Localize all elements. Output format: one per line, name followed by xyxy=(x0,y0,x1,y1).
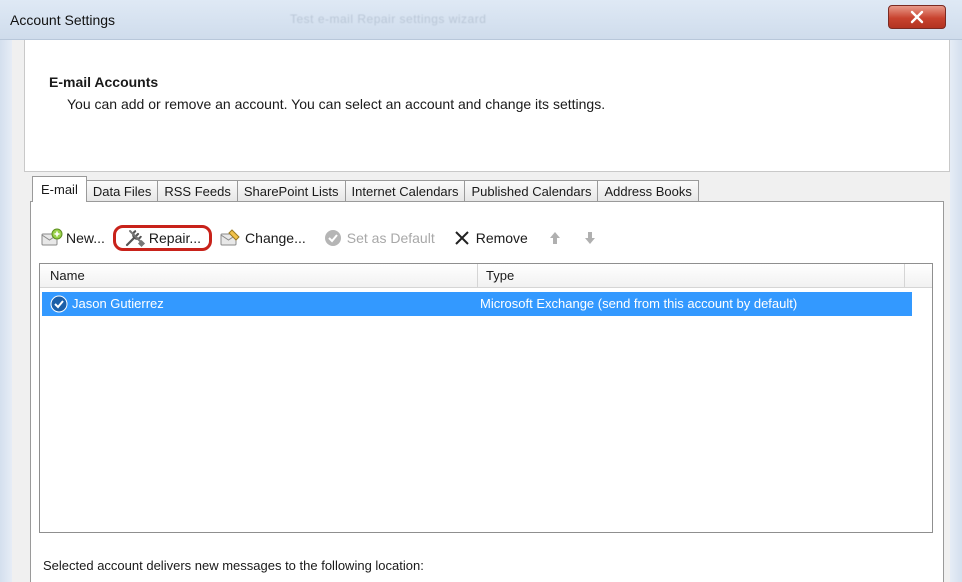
tab-address-books[interactable]: Address Books xyxy=(597,180,699,202)
new-account-icon xyxy=(41,227,63,249)
close-button[interactable] xyxy=(888,5,946,29)
repair-button-label: Repair... xyxy=(148,230,202,246)
change-button[interactable]: Change... xyxy=(220,225,306,251)
tab-strip: E-mail Data Files RSS Feeds SharePoint L… xyxy=(32,176,699,202)
tab-rss-feeds[interactable]: RSS Feeds xyxy=(157,180,238,202)
column-divider xyxy=(904,264,905,288)
window-border-right xyxy=(950,40,962,582)
column-divider xyxy=(477,264,478,288)
remove-x-icon xyxy=(451,227,473,249)
column-header-name[interactable]: Name xyxy=(50,268,85,283)
tools-icon xyxy=(124,227,146,249)
table-row[interactable]: Jason Gutierrez Microsoft Exchange (send… xyxy=(42,292,912,316)
new-button-label: New... xyxy=(66,230,105,246)
title-bar: Account Settings Test e-mail Repair sett… xyxy=(0,0,962,40)
window-title: Account Settings xyxy=(10,12,116,28)
window-border-left xyxy=(0,40,12,582)
header-box: E-mail Accounts You can add or remove an… xyxy=(24,40,950,172)
default-account-check-icon xyxy=(50,295,68,313)
column-header-type[interactable]: Type xyxy=(486,268,514,283)
remove-button-label: Remove xyxy=(475,230,528,246)
section-title: E-mail Accounts xyxy=(49,74,159,90)
account-type: Microsoft Exchange (send from this accou… xyxy=(480,296,798,311)
set-as-default-label: Set as Default xyxy=(346,230,435,246)
new-button[interactable]: New... xyxy=(41,225,105,251)
repair-button[interactable]: Repair... xyxy=(112,225,213,251)
arrow-up-icon xyxy=(544,227,566,249)
remove-button[interactable]: Remove xyxy=(451,225,528,251)
tab-internet-calendars[interactable]: Internet Calendars xyxy=(344,180,466,202)
account-list[interactable]: Name Type Jason Gutierrez Microsoft Exch… xyxy=(39,263,933,533)
dialog-body: E-mail Accounts You can add or remove an… xyxy=(12,40,950,582)
delivery-location-label: Selected account delivers new messages t… xyxy=(43,558,424,573)
window-title-ghost: Test e-mail Repair settings wizard xyxy=(290,12,487,26)
move-down-button[interactable] xyxy=(579,225,604,251)
tab-sharepoint-lists[interactable]: SharePoint Lists xyxy=(236,180,346,202)
tab-data-files[interactable]: Data Files xyxy=(85,180,159,202)
account-name: Jason Gutierrez xyxy=(72,296,164,311)
change-account-icon xyxy=(220,227,242,249)
section-description: You can add or remove an account. You ca… xyxy=(67,96,606,112)
move-up-button[interactable] xyxy=(544,225,569,251)
tab-email[interactable]: E-mail xyxy=(32,176,87,202)
account-toolbar: New... Repair... Change... Set as Defaul… xyxy=(41,224,620,252)
close-icon xyxy=(910,10,924,24)
list-header: Name Type xyxy=(40,264,932,288)
arrow-down-icon xyxy=(579,227,601,249)
set-as-default-button[interactable]: Set as Default xyxy=(322,225,435,251)
checkmark-icon xyxy=(322,227,344,249)
email-tab-panel: New... Repair... Change... Set as Defaul… xyxy=(30,201,944,582)
change-button-label: Change... xyxy=(245,230,306,246)
tab-published-calendars[interactable]: Published Calendars xyxy=(464,180,599,202)
